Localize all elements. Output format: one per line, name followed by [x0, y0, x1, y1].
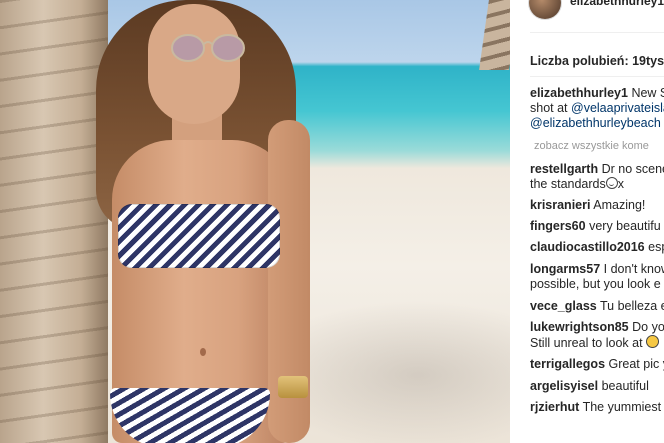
- comment-username[interactable]: terrigallegos: [530, 357, 605, 371]
- face: [148, 4, 245, 124]
- bikini-top: [118, 204, 280, 268]
- comment-item: terrigallegos Great pic y: [530, 357, 664, 372]
- comment-text: Do yo: [632, 320, 664, 334]
- comment-item: krisranieri Amazing!: [530, 198, 645, 213]
- likes-divider: [530, 76, 664, 77]
- gold-bracelet: [278, 376, 308, 398]
- comment-text: Great pic y: [608, 357, 664, 371]
- sunglasses-icon: [171, 34, 245, 62]
- comment-text: beautiful: [601, 379, 649, 393]
- post-photo[interactable]: [0, 0, 510, 443]
- caption-username[interactable]: elizabethhurley1: [530, 86, 628, 100]
- comment-item: argelisyisel beautiful: [530, 379, 649, 394]
- comment-username[interactable]: fingers60: [530, 219, 586, 233]
- grin-emoji-icon: [646, 335, 660, 348]
- navel: [200, 348, 206, 356]
- comment-username[interactable]: rjzierhut: [530, 400, 579, 414]
- header-divider: [530, 32, 664, 33]
- caption-text: New S: [631, 86, 664, 100]
- comment-username[interactable]: longarms57: [530, 262, 600, 276]
- comment-item: rjzierhut The yummiest: [530, 400, 661, 415]
- comment-text: very beautifu: [589, 219, 661, 233]
- comment-item: vece_glass Tu belleza e: [530, 299, 664, 314]
- caption-mention-beach[interactable]: @elizabethhurleybeach: [530, 116, 661, 130]
- comment-item: lukewrightson85 Do yo Still unreal to lo…: [530, 320, 664, 351]
- comment-item: restellgarth Dr no scene the standards x: [530, 162, 664, 192]
- comment-text-2: the standards: [530, 177, 606, 191]
- comment-text-2: Still unreal to look at: [530, 336, 643, 350]
- comment-text: I don't know: [603, 262, 664, 276]
- author-username[interactable]: elizabethhurley1: [570, 0, 664, 8]
- bikini-bottom: [110, 388, 270, 443]
- author-avatar[interactable]: [529, 0, 561, 19]
- comment-text: Dr no scene: [601, 162, 664, 176]
- post-side-panel: elizabethhurley1 Liczba polubień: 19tys.…: [510, 0, 664, 443]
- view-all-comments-link[interactable]: zobacz wszystkie kome: [534, 140, 649, 152]
- comment-text: Tu belleza e: [599, 299, 664, 313]
- comment-text-2: possible, but you look e: [530, 277, 661, 291]
- comment-text: Amazing!: [593, 198, 646, 212]
- comment-text: esp: [648, 240, 664, 254]
- smile-outline-icon: [605, 177, 618, 189]
- comment-username[interactable]: claudiocastillo2016: [530, 240, 645, 254]
- caption: elizabethhurley1 New S shot at @velaapri…: [530, 86, 664, 131]
- caption-mention-location[interactable]: @velaaprivateisla: [571, 101, 664, 115]
- comment-item: fingers60 very beautifu: [530, 219, 661, 234]
- comment-username[interactable]: krisranieri: [530, 198, 590, 212]
- comment-username[interactable]: lukewrightson85: [530, 320, 629, 334]
- woman-figure: [90, 0, 320, 443]
- likes-count[interactable]: Liczba polubień: 19tys.: [530, 54, 664, 68]
- comment-username[interactable]: argelisyisel: [530, 379, 598, 393]
- comment-item: longarms57 I don't know possible, but yo…: [530, 262, 664, 292]
- comment-text-3: x: [617, 177, 624, 191]
- comment-text: The yummiest: [582, 400, 662, 414]
- comment-username[interactable]: restellgarth: [530, 162, 598, 176]
- caption-text-2: shot at: [530, 101, 571, 115]
- comment-username[interactable]: vece_glass: [530, 299, 597, 313]
- palm-trunk-right: [479, 0, 510, 70]
- comment-item: claudiocastillo2016 esp: [530, 240, 664, 255]
